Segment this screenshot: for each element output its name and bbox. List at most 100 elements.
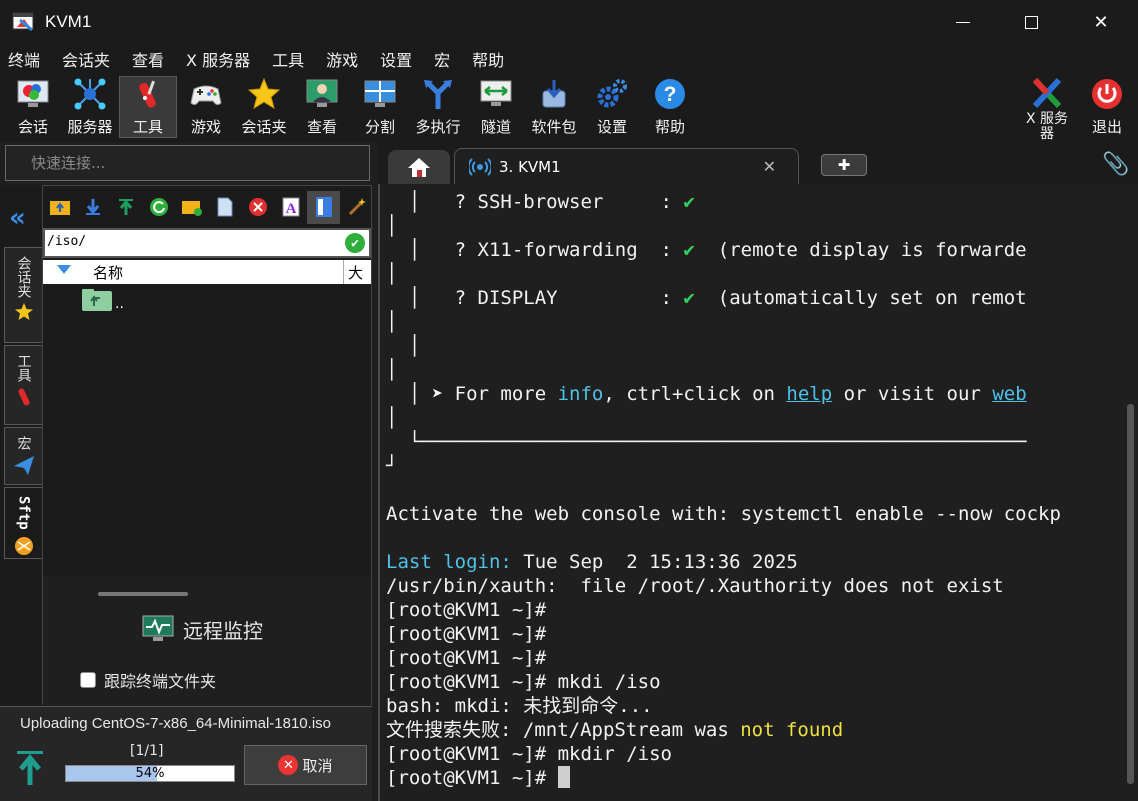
maximize-button[interactable] <box>996 0 1066 44</box>
close-window-button[interactable]: ✕ <box>1066 0 1136 44</box>
tools-knife-icon <box>17 388 30 406</box>
sort-desc-icon[interactable] <box>57 265 71 274</box>
download-icon[interactable] <box>76 191 109 224</box>
side-tab-sessions[interactable]: 会话夹 <box>4 247 42 343</box>
xserver-button[interactable]: X 服务 器 <box>1018 76 1076 142</box>
split-button[interactable]: 分割 <box>351 76 409 138</box>
terminal-line: 文件搜索失败: /mnt/AppStream was not found <box>386 719 844 741</box>
delete-icon[interactable] <box>241 191 274 224</box>
upload-count: [1/1] <box>130 743 164 759</box>
menu-settings[interactable]: 设置 <box>380 47 412 71</box>
sftp-path-input[interactable]: /iso/ ✔ <box>43 228 371 258</box>
terminal-view[interactable]: │ ? SSH-browser : ✔ │ │ ? X11-forwarding… <box>378 184 1138 801</box>
menu-sessions[interactable]: 会话夹 <box>62 47 110 71</box>
servers-button[interactable]: 服务器 <box>61 76 119 138</box>
terminal-line: │ <box>386 215 398 237</box>
star-icon <box>246 76 282 112</box>
rename-icon[interactable]: A <box>274 191 307 224</box>
close-tab-icon[interactable]: ✕ <box>763 157 776 176</box>
tools-button[interactable]: 工具 <box>119 76 177 138</box>
terminal-line: │ <box>386 359 398 381</box>
sftp-lower-area: 远程监控 跟踪终端文件夹 <box>43 576 371 706</box>
menu-games[interactable]: 游戏 <box>326 47 358 71</box>
new-folder-icon[interactable] <box>175 191 208 224</box>
help-question-icon: ? <box>652 76 688 112</box>
window-title: KVM1 <box>45 12 92 31</box>
view-button[interactable]: 查看 <box>293 76 351 138</box>
new-file-icon[interactable] <box>208 191 241 224</box>
gears-icon <box>594 76 630 112</box>
terminal-line: ┘ <box>386 455 398 477</box>
upload-progress-panel: Uploading CentOS-7-x86_64-Minimal-1810.i… <box>0 706 372 801</box>
sftp-toolbar: A <box>43 188 373 226</box>
list-item-parent-dir[interactable]: .. <box>81 288 124 312</box>
upload-filename: Uploading CentOS-7-x86_64-Minimal-1810.i… <box>20 715 331 732</box>
menu-help[interactable]: 帮助 <box>472 47 504 71</box>
session-button[interactable]: 会话 <box>4 76 62 138</box>
menu-xserver[interactable]: X 服务器 <box>186 47 250 71</box>
terminal-line: │ <box>386 335 421 357</box>
swiss-knife-tools-icon <box>130 77 166 112</box>
menu-view[interactable]: 查看 <box>132 47 164 71</box>
terminal-prompt-line: [root@KVM1 ~]# <box>386 766 570 790</box>
new-tab-button[interactable]: ✚ <box>821 154 867 176</box>
servers-network-icon <box>72 76 108 112</box>
terminal-line: [root@KVM1 ~]# mkdi /iso <box>386 671 661 693</box>
terminal-line: bash: mkdi: 未找到命令... <box>386 695 653 717</box>
packages-button[interactable]: 软件包 <box>525 76 583 138</box>
side-tab-bar: « 会话夹 工具 宏 Sftp <box>0 185 42 705</box>
ssh-antenna-icon <box>469 157 491 176</box>
terminal-cursor <box>557 766 570 788</box>
main-toolbar: 会话 服务器 工具 游戏 会话夹 查看 分割 多执行 隧道 软件包 设置 ? 帮… <box>0 74 1138 142</box>
checkbox[interactable] <box>80 672 96 688</box>
terminal-scrollbar[interactable] <box>1127 404 1134 784</box>
parent-folder-icon <box>82 289 112 311</box>
paperclip-icon[interactable]: 📎 <box>1102 152 1129 177</box>
title-bar: KVM1 ✕ <box>0 0 1138 44</box>
side-tab-sftp[interactable]: Sftp <box>4 487 42 559</box>
tab-kvm1[interactable]: 3. KVM1 ✕ <box>454 148 799 184</box>
games-button[interactable]: 游戏 <box>177 76 235 138</box>
monitor-pulse-icon <box>142 615 174 641</box>
path-ok-check-icon[interactable]: ✔ <box>345 233 365 253</box>
quick-connect-input[interactable]: 快速连接... <box>5 145 370 181</box>
terminal-line: └───────────────────────────────────────… <box>386 431 1027 453</box>
remote-monitoring-button[interactable]: 远程监控 <box>141 614 263 644</box>
help-button[interactable]: ? 帮助 <box>641 76 699 138</box>
column-name[interactable]: 名称 <box>93 262 123 283</box>
home-tab[interactable] <box>388 150 450 184</box>
multiexec-button[interactable]: 多执行 <box>409 76 467 138</box>
terminal-line: [root@KVM1 ~]# <box>386 647 547 669</box>
toggle-view-icon[interactable] <box>307 190 340 224</box>
sessions-folder-button[interactable]: 会话夹 <box>235 76 293 138</box>
menu-terminal[interactable]: 终端 <box>8 47 40 71</box>
web-link[interactable]: web <box>992 383 1026 405</box>
side-tab-macros[interactable]: 宏 <box>4 427 42 485</box>
upload-arrow-icon <box>17 751 43 785</box>
follow-terminal-folder-checkbox[interactable]: 跟踪终端文件夹 <box>80 668 216 692</box>
menu-bar: 终端 会话夹 查看 X 服务器 工具 游戏 设置 宏 帮助 <box>0 44 1138 74</box>
upload-icon[interactable] <box>109 191 142 224</box>
terminal-line: /usr/bin/xauth: file /root/.Xauthority d… <box>386 575 1004 597</box>
power-icon <box>1089 76 1125 112</box>
minimize-button[interactable] <box>928 0 998 44</box>
settings-button[interactable]: 设置 <box>583 76 641 138</box>
terminal-line: [root@KVM1 ~]# mkdir /iso <box>386 743 672 765</box>
exit-button[interactable]: 退出 <box>1078 76 1136 138</box>
side-tab-tools[interactable]: 工具 <box>4 345 42 425</box>
gamepad-icon <box>188 76 224 112</box>
collapse-sidebar-icon[interactable]: « <box>9 203 26 233</box>
monitor-session-icon <box>15 76 51 112</box>
column-size[interactable]: 大小 <box>343 260 371 284</box>
menu-macros[interactable]: 宏 <box>434 47 450 71</box>
terminal-line: │ <box>386 407 398 429</box>
star-icon <box>14 303 33 320</box>
magic-wand-icon[interactable] <box>340 191 373 224</box>
parent-folder-icon[interactable] <box>43 191 76 224</box>
cancel-upload-button[interactable]: ✕ 取消 <box>244 745 367 785</box>
help-link[interactable]: help <box>786 383 832 405</box>
refresh-icon[interactable] <box>142 191 175 224</box>
menu-tools[interactable]: 工具 <box>272 47 304 71</box>
horizontal-scrollbar[interactable] <box>98 592 188 596</box>
tunnel-button[interactable]: 隧道 <box>467 76 525 138</box>
